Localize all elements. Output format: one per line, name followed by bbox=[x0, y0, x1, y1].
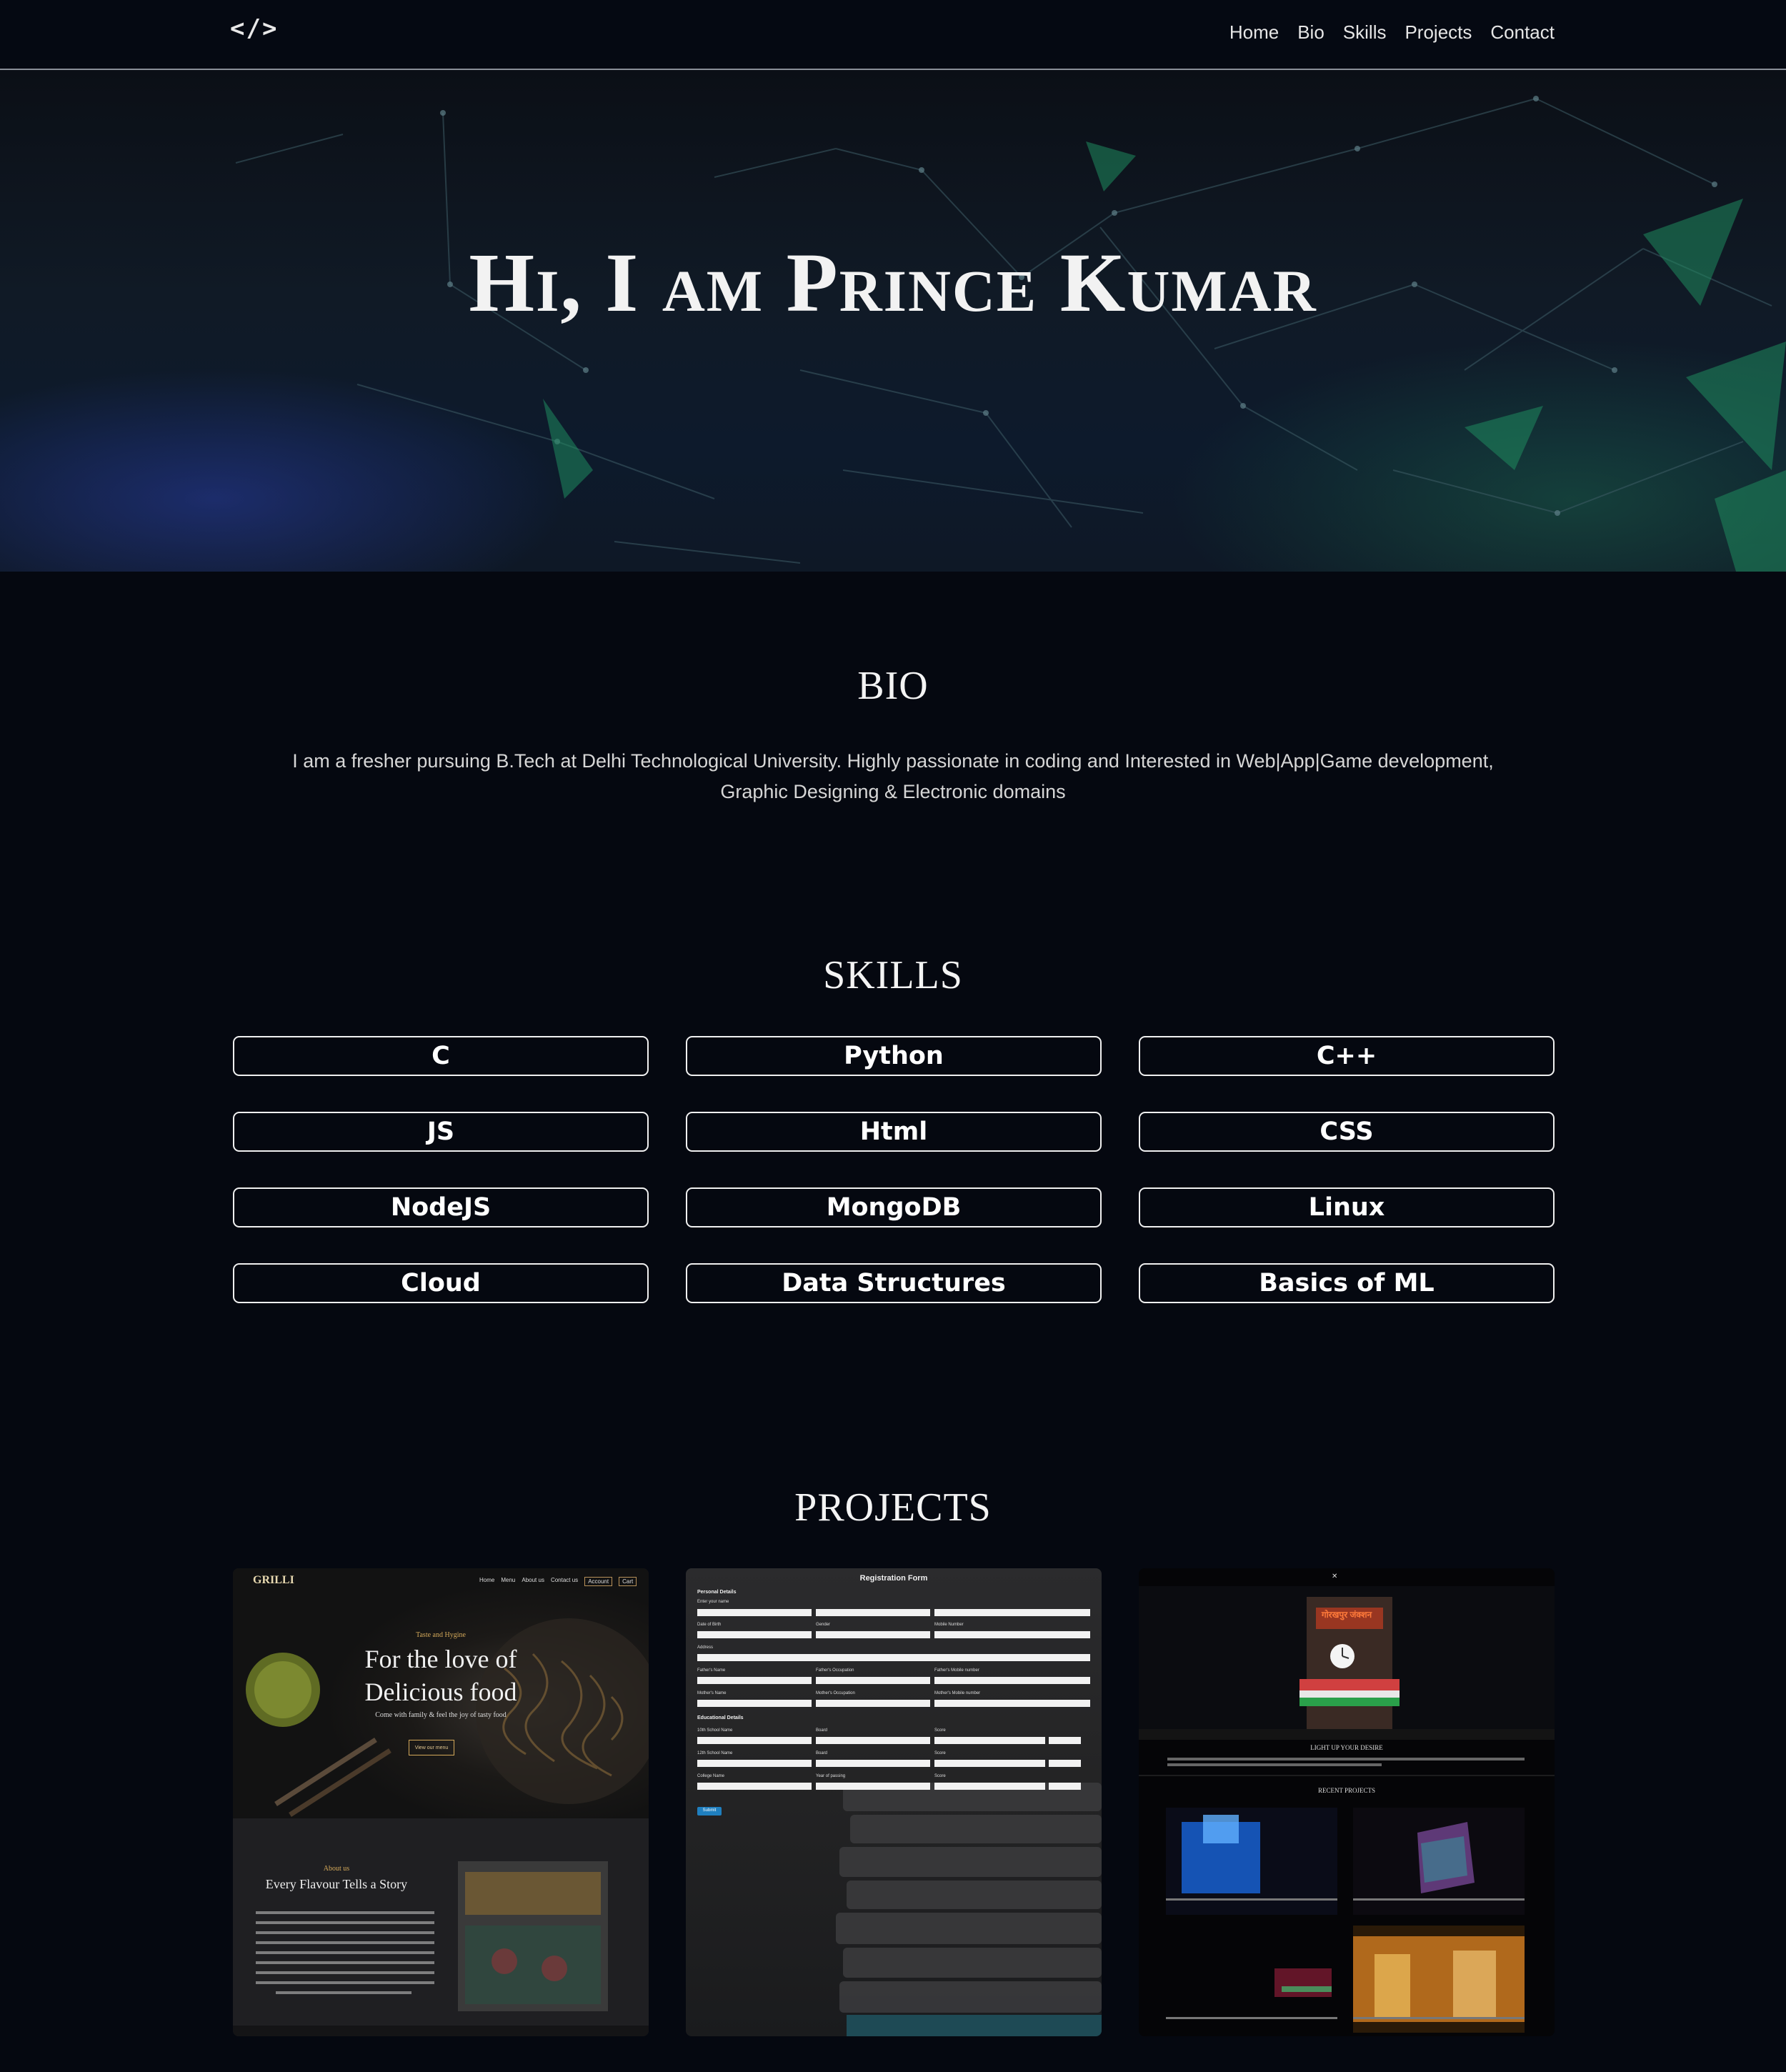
bio-text: I am a fresher pursuing B.Tech at Delhi … bbox=[257, 746, 1529, 807]
svg-text:✕: ✕ bbox=[1332, 1573, 1337, 1580]
bio-heading: BIO bbox=[857, 664, 929, 708]
projects-grid: GRILLI Home Menu About us Contact us Acc… bbox=[233, 1568, 1555, 2036]
hero-section: Hi, I am Prince Kumar bbox=[0, 70, 1786, 572]
registration-label-father-occupation: Father's Occupation bbox=[816, 1668, 854, 1673]
bio-line-1: I am a fresher pursuing B.Tech at Delhi … bbox=[292, 750, 1494, 772]
grilli-headline: For the love of Delicious food bbox=[233, 1643, 649, 1708]
grilli-logo: GRILLI bbox=[253, 1574, 294, 1586]
project-card-lighting[interactable]: ✕ गोरखपुर जंक्शन LIGHT UP YOUR DESIRE RE… bbox=[1139, 1568, 1555, 2036]
grilli-nav-about: About us bbox=[522, 1577, 544, 1583]
nav-link-bio[interactable]: Bio bbox=[1297, 21, 1324, 44]
registration-label-college: College Name bbox=[697, 1774, 725, 1778]
registration-label-college-score: Score bbox=[934, 1774, 946, 1778]
grilli-nav: Home Menu About us Contact us Account Ca… bbox=[479, 1577, 637, 1586]
registration-label-address: Address bbox=[697, 1645, 714, 1650]
skill-cloud: Cloud bbox=[233, 1263, 649, 1303]
grilli-nav-account: Account bbox=[584, 1577, 613, 1586]
skill-js: JS bbox=[233, 1112, 649, 1152]
registration-label-dob: Date of Birth bbox=[697, 1623, 722, 1627]
registration-label-10th-school: 10th School Name bbox=[697, 1728, 733, 1733]
registration-section-personal: Personal Details bbox=[697, 1590, 737, 1595]
registration-label-mobile: Mobile Number bbox=[934, 1623, 964, 1627]
registration-label-father-name: Father's Name bbox=[697, 1668, 726, 1673]
registration-label-10th-score: Score bbox=[934, 1728, 946, 1733]
lighting-recent-projects: RECENT PROJECTS bbox=[1317, 1787, 1376, 1794]
skills-grid: C Python C++ JS Html CSS NodeJS MongoDB … bbox=[233, 1036, 1555, 1303]
skill-python: Python bbox=[686, 1036, 1102, 1076]
projects-heading: PROJECTS bbox=[794, 1485, 992, 1530]
nav-link-skills[interactable]: Skills bbox=[1343, 21, 1387, 44]
registration-label-year: Year of passing bbox=[816, 1774, 846, 1778]
grilli-menu-button: View our menu bbox=[409, 1740, 454, 1755]
hero-title: Hi, I am Prince Kumar bbox=[469, 236, 1317, 329]
site-logo[interactable]: </> bbox=[230, 14, 278, 43]
registration-label-12th-school: 12th School Name bbox=[697, 1751, 733, 1755]
skill-nodejs: NodeJS bbox=[233, 1187, 649, 1227]
registration-label-12th-score: Score bbox=[934, 1751, 946, 1755]
skill-linux: Linux bbox=[1139, 1187, 1555, 1227]
project-card-grilli[interactable]: GRILLI Home Menu About us Contact us Acc… bbox=[233, 1568, 649, 2036]
skill-basics-of-ml: Basics of ML bbox=[1139, 1263, 1555, 1303]
registration-label-father-mobile: Father's Mobile number bbox=[934, 1668, 979, 1673]
grilli-nav-cart: Cart bbox=[619, 1577, 637, 1586]
registration-section-education: Educational Details bbox=[697, 1715, 744, 1720]
grilli-nav-contact: Contact us bbox=[550, 1577, 579, 1583]
grilli-headline-2: Delicious food bbox=[364, 1678, 517, 1706]
nav-link-projects[interactable]: Projects bbox=[1405, 21, 1472, 44]
skill-css: CSS bbox=[1139, 1112, 1555, 1152]
lighting-brand: गोरखपुर जंक्शन bbox=[1321, 1610, 1372, 1620]
registration-screenshot bbox=[697, 1609, 1102, 2036]
grilli-headline-1: For the love of bbox=[364, 1645, 517, 1673]
skill-mongodb: MongoDB bbox=[686, 1187, 1102, 1227]
lighting-screenshot: ✕ bbox=[1139, 1573, 1555, 2033]
grilli-kicker: Taste and Hygine bbox=[416, 1631, 466, 1639]
nav-links: Home Bio Skills Projects Contact bbox=[1229, 21, 1555, 44]
bio-line-2: Graphic Designing & Electronic domains bbox=[720, 781, 1066, 802]
nav-link-home[interactable]: Home bbox=[1229, 21, 1279, 44]
registration-label-10th-board: Board bbox=[816, 1728, 828, 1733]
skill-c: C bbox=[233, 1036, 649, 1076]
grilli-nav-home: Home bbox=[479, 1577, 495, 1583]
registration-label-mother-name: Mother's Name bbox=[697, 1691, 727, 1695]
registration-submit-button: Submit bbox=[702, 1808, 717, 1813]
registration-label-mother-mobile: Mother's Mobile number bbox=[934, 1691, 981, 1695]
skill-html: Html bbox=[686, 1112, 1102, 1152]
skills-heading: SKILLS bbox=[823, 953, 963, 997]
grilli-nav-menu: Menu bbox=[501, 1577, 516, 1583]
grilli-about-title: Every Flavour Tells a Story bbox=[265, 1877, 408, 1891]
registration-title: Registration Form bbox=[859, 1574, 928, 1583]
registration-label-name: Enter your name bbox=[697, 1600, 729, 1604]
project-card-registration[interactable]: Registration Form Personal Details Enter… bbox=[686, 1568, 1102, 2036]
skill-cpp: C++ bbox=[1139, 1036, 1555, 1076]
top-nav: </> Home Bio Skills Projects Contact bbox=[0, 0, 1786, 70]
registration-label-mother-occupation: Mother's Occupation bbox=[816, 1691, 855, 1695]
grilli-tagline: Come with family & feel the joy of tasty… bbox=[375, 1711, 507, 1719]
registration-label-12th-board: Board bbox=[816, 1751, 828, 1755]
grilli-about-kicker: About us bbox=[323, 1865, 350, 1873]
lighting-heading: LIGHT UP YOUR DESIRE bbox=[1310, 1744, 1383, 1751]
skill-data-structures: Data Structures bbox=[686, 1263, 1102, 1303]
nav-link-contact[interactable]: Contact bbox=[1490, 21, 1555, 44]
registration-label-gender: Gender bbox=[816, 1623, 831, 1627]
